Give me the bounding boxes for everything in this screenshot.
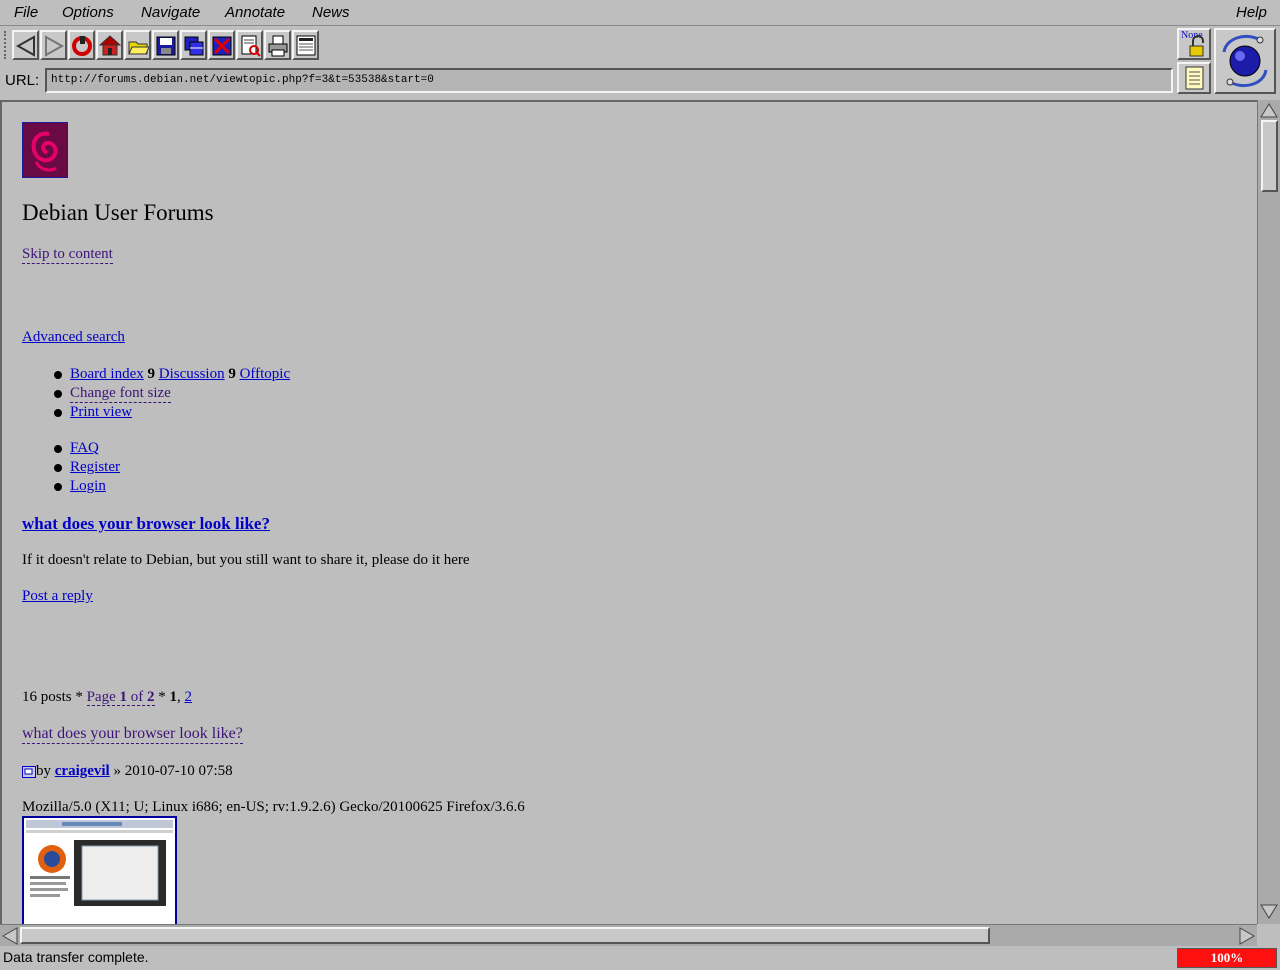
post-date: 2010-07-10 07:58 — [124, 763, 233, 779]
forward-arrow-icon — [45, 35, 65, 57]
pagination-comma: , — [177, 689, 181, 705]
site-title: Debian User Forums — [22, 200, 214, 225]
list-bullet — [54, 483, 62, 491]
page-jump-link[interactable]: Page 1 of 2 — [86, 689, 155, 706]
breadcrumb-discussion[interactable]: Discussion — [159, 366, 225, 382]
menu-annotate[interactable]: Annotate — [225, 4, 285, 21]
list-bullet — [54, 371, 62, 379]
pagination-separator: * — [75, 689, 83, 705]
breadcrumb-separator: 9 — [147, 366, 155, 382]
change-font-size-link[interactable]: Change font size — [70, 385, 171, 403]
forum-description: If it doesn't relate to Debian, but you … — [22, 552, 470, 568]
progress-indicator: 100% — [1177, 948, 1277, 968]
menu-file[interactable]: File — [14, 4, 38, 21]
toolbar-grip[interactable] — [4, 31, 8, 59]
post-title-link[interactable]: what does your browser look like? — [22, 725, 243, 744]
folder-open-icon — [128, 41, 149, 55]
reload-button[interactable] — [68, 30, 95, 60]
home-button[interactable] — [96, 30, 123, 60]
page-word: Page — [86, 689, 116, 705]
faq-link[interactable]: FAQ — [70, 440, 99, 457]
view-source-icon — [241, 35, 261, 57]
horizontal-scroll-thumb[interactable] — [20, 927, 990, 944]
of-word: of — [130, 689, 144, 705]
vertical-scroll-thumb[interactable] — [1261, 120, 1278, 192]
scroll-right-arrow-icon[interactable] — [1238, 927, 1256, 945]
pagination-separator: * — [158, 689, 166, 705]
view-source-button[interactable] — [236, 30, 263, 60]
scroll-left-arrow-icon[interactable] — [1, 927, 19, 945]
vertical-scrollbar[interactable] — [1257, 100, 1280, 924]
page-2-link[interactable]: 2 — [185, 689, 193, 705]
register-link[interactable]: Register — [70, 459, 120, 476]
security-indicator[interactable]: None — [1177, 28, 1211, 60]
scroll-down-arrow-icon[interactable] — [1260, 904, 1278, 920]
browser-logo-icon — [1222, 35, 1268, 87]
padlock-open-icon — [1189, 35, 1204, 57]
current-page-number: 1 — [119, 689, 128, 705]
total-pages-number: 2 — [147, 689, 155, 705]
post-body: Mozilla/5.0 (X11; U; Linux i686; en-US; … — [22, 799, 525, 815]
breadcrumb: Board index 9 Discussion 9 Offtopic — [70, 366, 290, 383]
close-window-icon — [212, 36, 232, 56]
menu-navigate[interactable]: Navigate — [141, 4, 200, 21]
page-viewport: Debian User Forums Skip to content Advan… — [0, 100, 1257, 924]
floppy-disk-icon — [156, 36, 176, 56]
list-bullet — [54, 390, 62, 398]
breadcrumb-board-index[interactable]: Board index — [70, 366, 144, 382]
post-count: 16 posts — [22, 689, 72, 705]
post-icon[interactable] — [22, 765, 36, 778]
status-bar: Data transfer complete. 100% — [0, 946, 1280, 970]
clone-window-icon — [184, 36, 204, 56]
toolbar — [0, 27, 1280, 65]
topic-title-link[interactable]: what does your browser look like? — [22, 514, 270, 534]
home-icon — [99, 35, 121, 56]
browser-logo-button[interactable] — [1214, 28, 1276, 94]
list-bullet — [54, 445, 62, 453]
pagination: 16 posts * Page 1 of 2 * 1, 2 — [22, 689, 192, 706]
printer-icon — [268, 35, 288, 57]
post-author-link[interactable]: craigevil — [55, 763, 110, 779]
skip-to-content-link[interactable]: Skip to content — [22, 246, 113, 264]
open-button[interactable] — [124, 30, 151, 60]
close-window-button[interactable] — [208, 30, 235, 60]
url-input[interactable]: http://forums.debian.net/viewtopic.php?f… — [45, 68, 1173, 93]
advanced-search-link[interactable]: Advanced search — [22, 329, 125, 346]
reload-icon — [72, 36, 92, 56]
post-author-line: by craigevil » 2010-07-10 07:58 — [22, 763, 233, 780]
clone-window-button[interactable] — [180, 30, 207, 60]
history-document-icon — [1185, 66, 1204, 90]
news-button[interactable] — [292, 30, 319, 60]
print-button[interactable] — [264, 30, 291, 60]
post-reply-link[interactable]: Post a reply — [22, 588, 93, 605]
debian-logo-image[interactable] — [22, 122, 68, 178]
scroll-up-arrow-icon[interactable] — [1260, 102, 1278, 118]
back-arrow-icon — [15, 35, 35, 57]
menu-bar: File Options Navigate Annotate News Help — [0, 0, 1280, 26]
print-view-link[interactable]: Print view — [70, 404, 132, 421]
back-button[interactable] — [12, 30, 39, 60]
current-page: 1 — [169, 689, 178, 705]
by-text: by — [36, 763, 51, 779]
menu-options[interactable]: Options — [62, 4, 114, 21]
breadcrumb-offtopic[interactable]: Offtopic — [240, 366, 291, 382]
list-bullet — [54, 409, 62, 417]
login-link[interactable]: Login — [70, 478, 106, 495]
history-button[interactable] — [1177, 62, 1211, 94]
menu-help[interactable]: Help — [1236, 4, 1267, 21]
status-text: Data transfer complete. — [3, 949, 149, 965]
date-separator: » — [113, 763, 121, 779]
breadcrumb-separator: 9 — [228, 366, 236, 382]
newspaper-icon — [296, 35, 316, 56]
list-bullet — [54, 464, 62, 472]
screenshot-thumbnail-image[interactable] — [22, 816, 177, 924]
save-button[interactable] — [152, 30, 179, 60]
horizontal-scrollbar[interactable] — [0, 924, 1257, 946]
forward-button[interactable] — [40, 30, 67, 60]
url-label: URL: — [5, 72, 40, 89]
menu-news[interactable]: News — [312, 4, 350, 21]
